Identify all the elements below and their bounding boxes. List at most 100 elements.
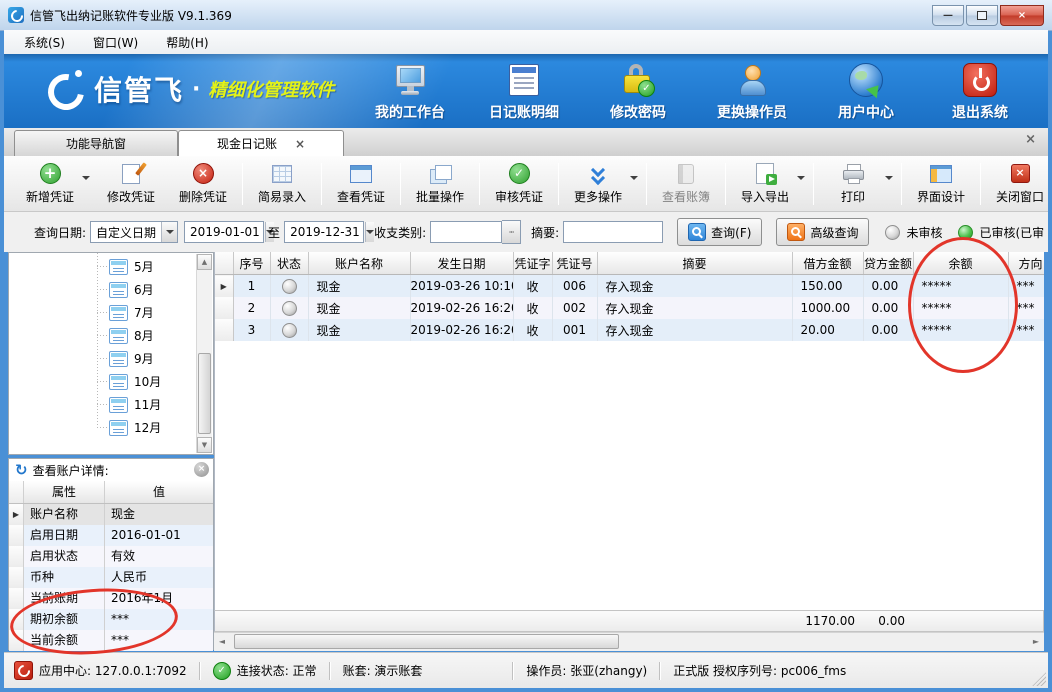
month-journal-icon [109,259,128,275]
brand-tagline: 精细化管理软件 [208,76,334,102]
col-seq[interactable]: 序号 [233,252,270,275]
journal-detail-button[interactable]: 日记账明细 [482,62,566,122]
delete-voucher-button[interactable]: × 删除凭证 [167,160,239,208]
col-voucher-no[interactable]: 凭证号 [552,252,597,275]
tree-scrollbar-thumb[interactable] [198,353,211,434]
print-button[interactable]: 打印 [817,160,898,208]
col-credit[interactable]: 贷方金额 [863,252,913,275]
account-set-status: 账套: 演示账套 [343,662,423,679]
detail-panel-header: ↻ 查看账户详情: × [9,459,213,482]
col-voucher-word[interactable]: 凭证字 [513,252,552,275]
tree-item-may[interactable]: 5月 [97,255,154,278]
table-horizontal-scrollbar[interactable]: ◄ ► [214,632,1044,651]
detail-row[interactable]: 币种人民币 [9,567,213,588]
tree-item-october[interactable]: 10月 [97,370,161,393]
balance-column-annotation-ellipse [908,237,1018,373]
switch-operator-button[interactable]: 更换操作员 [710,62,794,122]
category-picker-button[interactable]: ··· [502,220,521,244]
import-export-button[interactable]: 导入导出 [729,160,810,208]
batch-operation-button[interactable]: 批量操作 [404,160,476,208]
unaudited-radio[interactable]: 未审核 [885,224,942,241]
tree-item-december[interactable]: 12月 [97,416,161,439]
detail-row[interactable]: 启用状态有效 [9,546,213,567]
menu-system[interactable]: 系统(S) [14,32,75,53]
tree-item-july[interactable]: 7月 [97,301,154,324]
minimize-button[interactable]: — [932,5,964,26]
scroll-right-icon[interactable]: ► [1028,634,1044,650]
category-input[interactable] [430,221,502,243]
change-password-button[interactable]: ✓ 修改密码 [596,62,680,122]
filter-bar: 查询日期: 自定义日期 2019-01-01 至 2019-12-31 收支类别… [4,212,1048,252]
date-to-combo[interactable]: 2019-12-31 [284,221,364,243]
summary-input[interactable] [563,221,663,243]
close-window-button[interactable]: × 关闭窗口 [984,160,1052,208]
totals-row: 1170.00 0.00 [214,610,1044,632]
month-journal-icon [109,282,128,298]
user-center-button[interactable]: 用户中心 [824,62,908,122]
advanced-query-button[interactable]: 高级查询 [776,218,869,246]
tree-item-september[interactable]: 9月 [97,347,154,370]
tabstrip-close-icon[interactable]: × [1025,132,1036,147]
tree-item-november[interactable]: 11月 [97,393,161,416]
status-ball-icon [270,297,308,319]
workbench-icon [393,62,427,98]
audit-voucher-button[interactable]: ✓ 审核凭证 [483,160,555,208]
month-journal-icon [109,374,128,390]
col-debit[interactable]: 借方金额 [792,252,863,275]
tab-function-nav[interactable]: 功能导航窗 [14,130,178,156]
view-ledger-button: 查看账簿 [650,160,722,208]
exit-system-button[interactable]: 退出系统 [938,62,1022,122]
tab-cash-journal[interactable]: 现金日记账 × [178,130,344,156]
status-separator [659,662,661,680]
menu-help[interactable]: 帮助(H) [156,32,218,53]
col-date[interactable]: 发生日期 [410,252,513,275]
tree-item-june[interactable]: 6月 [97,278,154,301]
col-status[interactable]: 状态 [270,252,308,275]
col-direction[interactable]: 方向 [1008,252,1044,275]
tree-scrollbar[interactable]: ▲ ▼ [196,254,212,453]
date-from-combo[interactable]: 2019-01-01 [184,221,264,243]
dropdown-arrow-icon[interactable] [82,176,90,180]
col-summary[interactable]: 摘要 [597,252,792,275]
combo-arrow-icon[interactable] [161,222,177,242]
tree-item-august[interactable]: 8月 [97,324,154,347]
add-voucher-button[interactable]: + 新增凭证 [14,160,95,208]
detail-row[interactable]: 启用日期2016-01-01 [9,525,213,546]
import-export-icon [756,163,774,185]
hscrollbar-thumb[interactable] [234,634,619,649]
detail-panel-title: 查看账户详情: [33,462,109,479]
scroll-up-icon[interactable]: ▲ [197,254,212,270]
col-account[interactable]: 账户名称 [308,252,410,275]
toolbar-separator [646,163,647,205]
date-mode-combo[interactable]: 自定义日期 [90,221,178,243]
dropdown-arrow-icon[interactable] [885,176,893,180]
dropdown-arrow-icon[interactable] [797,176,805,180]
edit-voucher-button[interactable]: 修改凭证 [95,160,167,208]
window-title: 信管飞出纳记账软件专业版 V9.1.369 [30,7,232,24]
scroll-down-icon[interactable]: ▼ [197,437,212,453]
detail-col-prop: 属性 [24,481,105,503]
book-icon [678,163,694,185]
more-actions-button[interactable]: 更多操作 [562,160,643,208]
refresh-icon[interactable]: ↻ [15,461,28,479]
ui-design-button[interactable]: 界面设计 [905,160,977,208]
detail-close-icon[interactable]: × [194,462,209,477]
detail-col-value: 值 [105,481,213,503]
query-button[interactable]: 查询(F) [677,218,762,246]
close-button[interactable]: × [1000,5,1044,26]
restore-button[interactable] [966,5,998,26]
month-journal-icon [109,420,128,436]
dropdown-arrow-icon[interactable] [630,176,638,180]
resize-grip[interactable] [1032,672,1046,686]
month-journal-icon [109,351,128,367]
detail-row[interactable]: ▶账户名称现金 [9,504,213,525]
status-ball-icon [270,275,308,298]
menu-window[interactable]: 窗口(W) [83,32,148,53]
combo-arrow-icon[interactable] [365,222,374,242]
grid-icon [272,163,292,185]
tab-close-icon[interactable]: × [295,137,305,151]
scroll-left-icon[interactable]: ◄ [214,634,230,650]
view-voucher-button[interactable]: 查看凭证 [325,160,397,208]
workbench-button[interactable]: 我的工作台 [368,62,452,122]
simple-entry-button[interactable]: 简易录入 [246,160,318,208]
